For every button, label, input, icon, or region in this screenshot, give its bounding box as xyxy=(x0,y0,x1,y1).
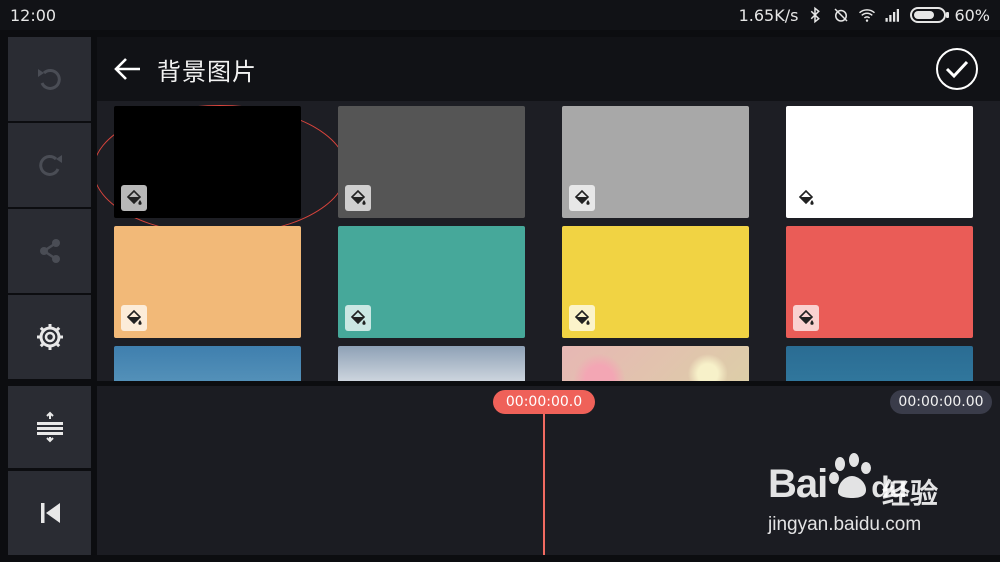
paint-bucket-icon xyxy=(121,185,147,211)
layer-adjust-button[interactable] xyxy=(8,386,91,468)
background-swatch[interactable] xyxy=(786,346,973,381)
current-timecode: 00:00:00.0 xyxy=(493,390,595,414)
playhead[interactable] xyxy=(543,402,545,555)
watermark-cn: 经验 xyxy=(882,477,939,510)
undo-button[interactable] xyxy=(8,37,91,121)
arrow-left-icon xyxy=(114,58,140,80)
background-swatch[interactable] xyxy=(114,106,301,218)
status-time: 12:00 xyxy=(10,5,57,25)
confirm-button[interactable] xyxy=(936,48,978,90)
paint-bucket-icon xyxy=(569,305,595,331)
skip-start-icon xyxy=(40,503,60,523)
header-bar: 背景图片 xyxy=(97,37,1000,101)
background-swatch[interactable] xyxy=(338,346,525,381)
background-swatch[interactable] xyxy=(114,346,301,381)
background-grid xyxy=(97,101,1000,381)
signal-icon xyxy=(885,9,900,22)
checkmark-icon xyxy=(945,60,969,79)
bluetooth-icon xyxy=(811,6,821,24)
paint-bucket-icon xyxy=(345,185,371,211)
layer-adjust-icon xyxy=(36,411,63,443)
left-toolbar xyxy=(8,37,91,555)
battery-percent: 60% xyxy=(954,5,990,25)
background-swatch[interactable] xyxy=(562,106,749,218)
paint-bucket-icon xyxy=(569,185,595,211)
paint-bucket-icon xyxy=(121,305,147,331)
battery-icon xyxy=(910,7,950,23)
background-swatch[interactable] xyxy=(338,106,525,218)
background-swatch[interactable] xyxy=(786,226,973,338)
watermark-url: jingyan.baidu.com xyxy=(768,514,922,535)
watermark: Bai du 经验 jingyan.baidu.com xyxy=(768,452,968,542)
redo-icon xyxy=(38,154,62,176)
background-swatch[interactable] xyxy=(786,106,973,218)
gear-icon xyxy=(36,324,63,350)
skip-start-button[interactable] xyxy=(8,471,91,555)
background-swatch[interactable] xyxy=(562,226,749,338)
total-duration: 00:00:00.00 xyxy=(890,390,992,414)
redo-button[interactable] xyxy=(8,123,91,207)
paint-bucket-icon xyxy=(793,185,819,211)
status-right: 1.65K/s 60% xyxy=(739,6,990,25)
undo-icon xyxy=(37,68,61,90)
paint-bucket-icon xyxy=(345,305,371,331)
background-swatch[interactable] xyxy=(562,346,749,381)
paint-bucket-icon xyxy=(793,305,819,331)
background-swatch[interactable] xyxy=(338,226,525,338)
settings-button[interactable] xyxy=(8,295,91,379)
share-icon xyxy=(39,239,60,263)
page-title: 背景图片 xyxy=(157,57,257,86)
share-button[interactable] xyxy=(8,209,91,293)
alarm-off-icon xyxy=(834,8,848,22)
wifi-icon xyxy=(859,9,876,22)
back-button[interactable] xyxy=(113,54,143,84)
status-bar: 12:00 1.65K/s 60% xyxy=(0,0,1000,30)
background-swatch[interactable] xyxy=(114,226,301,338)
network-speed: 1.65K/s xyxy=(738,5,799,25)
